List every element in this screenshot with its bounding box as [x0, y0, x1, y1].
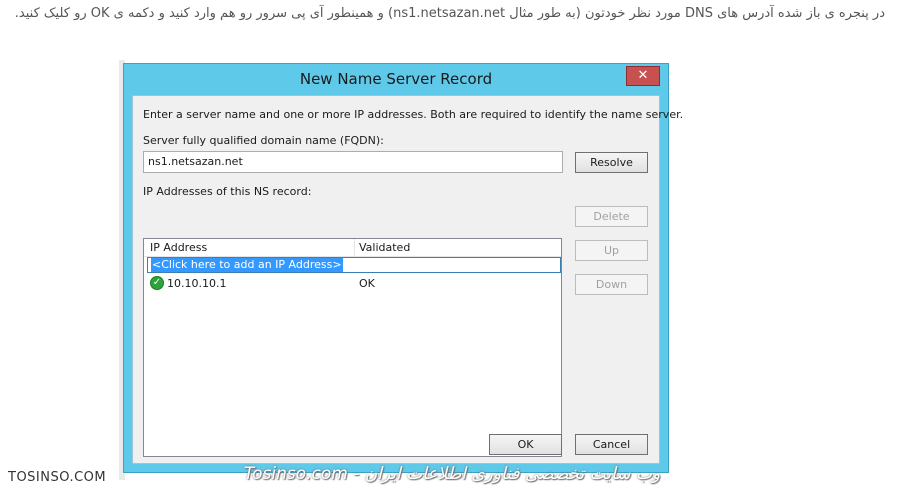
validated-cell: OK [359, 277, 375, 290]
ip-address-list[interactable]: IP Address Validated <Click here to add … [143, 238, 562, 457]
cancel-button[interactable]: Cancel [575, 434, 648, 455]
up-button[interactable]: Up [575, 240, 648, 261]
ip-address-cell: 10.10.10.1 [167, 277, 227, 290]
down-button[interactable]: Down [575, 274, 648, 295]
close-button[interactable]: ✕ [626, 66, 660, 86]
fqdn-label: Server fully qualified domain name (FQDN… [143, 134, 384, 147]
column-validated[interactable]: Validated [359, 241, 410, 254]
list-header: IP Address Validated [144, 239, 561, 257]
dialog-title: New Name Server Record [299, 70, 493, 88]
add-ip-row[interactable]: <Click here to add an IP Address> [147, 257, 561, 273]
watermark: وب سایت تخصصی فناوری اطلاعات ایران - Tos… [243, 464, 661, 484]
ip-section-label: IP Addresses of this NS record: [143, 185, 312, 198]
dialog-body: Enter a server name and one or more IP a… [132, 95, 683, 464]
resolve-button[interactable]: Resolve [575, 152, 648, 173]
delete-button[interactable]: Delete [575, 206, 648, 227]
title-bar[interactable]: New Name Server Record ✕ [124, 64, 668, 96]
new-name-server-record-dialog: New Name Server Record ✕ Enter a server … [123, 63, 683, 473]
ok-button[interactable]: OK [489, 434, 562, 455]
article-instruction: در پنجره ی باز شده آدرس های DNS مورد نظر… [14, 6, 885, 21]
intro-text: Enter a server name and one or more IP a… [143, 108, 684, 121]
fqdn-input[interactable]: ns1.netsazan.net [143, 151, 563, 173]
close-icon: ✕ [637, 68, 649, 83]
table-row[interactable]: ✓ 10.10.10.1 OK [147, 276, 561, 292]
site-logo-text: TOSINSO.COM [8, 470, 107, 485]
column-divider[interactable] [354, 239, 355, 256]
check-ok-icon: ✓ [150, 276, 164, 290]
add-ip-address-link[interactable]: <Click here to add an IP Address> [151, 258, 343, 272]
column-ip-address[interactable]: IP Address [150, 241, 207, 254]
